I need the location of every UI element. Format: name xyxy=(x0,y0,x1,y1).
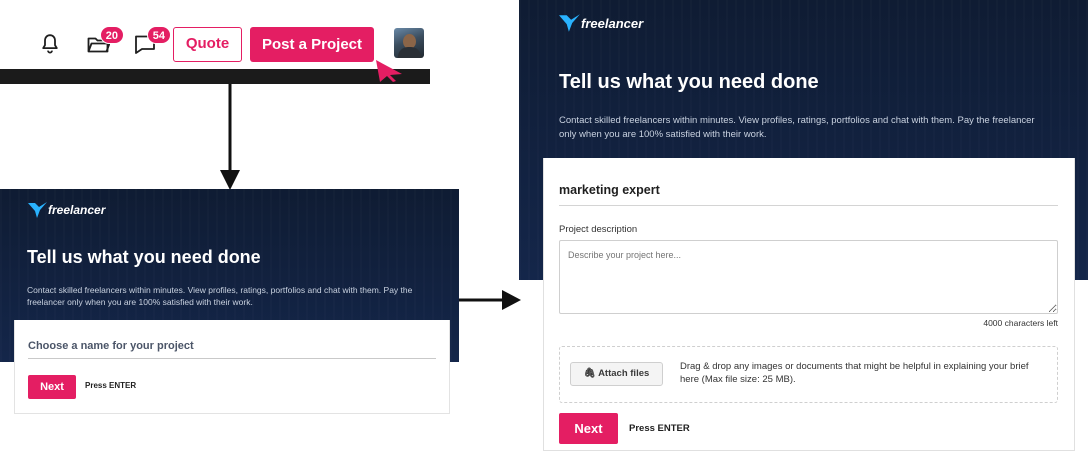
arrow-right-icon xyxy=(458,290,521,310)
next-button[interactable]: Next xyxy=(559,413,618,444)
bird-logo-icon xyxy=(28,202,47,218)
attach-label: Attach files xyxy=(598,368,650,379)
paperclip-icon: 🖇︎ xyxy=(583,368,596,379)
notifications-button[interactable] xyxy=(38,32,62,56)
bird-logo-icon xyxy=(559,14,580,32)
next-button[interactable]: Next xyxy=(28,375,76,399)
bell-icon xyxy=(42,34,58,54)
project-name-input[interactable]: Choose a name for your project xyxy=(28,340,194,352)
brand-name: freelancer xyxy=(48,203,106,217)
input-underline xyxy=(559,205,1058,206)
projects-badge: 20 xyxy=(99,26,124,44)
page-subtitle: Contact skilled freelancers within minut… xyxy=(27,285,413,307)
brand-name: freelancer xyxy=(581,15,644,31)
freelancer-logo[interactable]: freelancer xyxy=(559,14,643,32)
avatar-body xyxy=(398,47,421,58)
header-divider xyxy=(0,69,430,84)
description-label: Project description xyxy=(559,224,638,235)
avatar[interactable] xyxy=(394,28,424,58)
arrow-down-icon xyxy=(220,84,240,190)
description-textarea[interactable] xyxy=(559,240,1058,314)
project-name-input[interactable]: marketing expert xyxy=(559,183,660,197)
projects-button[interactable]: 20 xyxy=(86,26,124,56)
freelancer-logo[interactable]: freelancer xyxy=(28,202,105,218)
messages-button[interactable]: 54 xyxy=(133,26,171,56)
quote-button[interactable]: Quote xyxy=(173,27,242,62)
page-subtitle: Contact skilled freelancers within minut… xyxy=(559,115,1035,140)
page-title: Tell us what you need done xyxy=(559,71,819,93)
messages-badge: 54 xyxy=(146,26,171,44)
press-enter-hint: Press ENTER xyxy=(85,381,137,390)
attach-files-button[interactable]: 🖇︎ Attach files xyxy=(570,362,663,386)
site-header: 20 54 Quote Post a Project xyxy=(0,0,430,84)
cursor-pointer-icon xyxy=(376,60,402,82)
post-project-button[interactable]: Post a Project xyxy=(250,27,374,62)
project-name-card xyxy=(14,320,450,414)
input-underline xyxy=(28,358,436,359)
press-enter-hint: Press ENTER xyxy=(629,423,690,434)
page-title: Tell us what you need done xyxy=(27,247,261,267)
dropzone-hint: Drag & drop any images or documents that… xyxy=(680,361,1029,385)
characters-left: 4000 characters left xyxy=(983,318,1058,328)
